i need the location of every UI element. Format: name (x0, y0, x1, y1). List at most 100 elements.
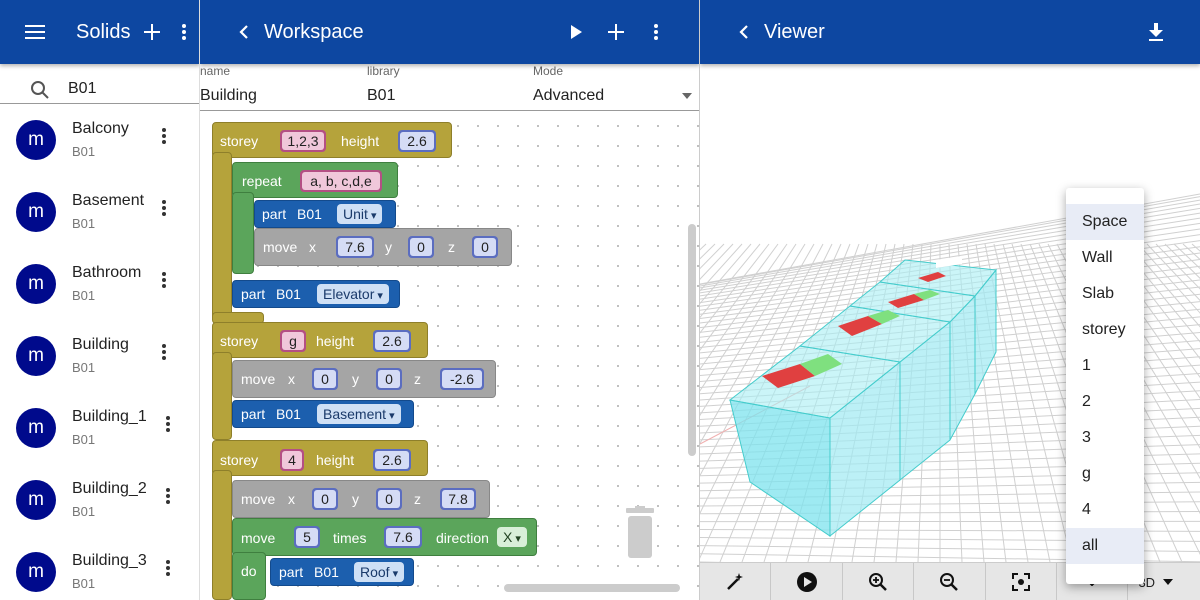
list-item[interactable]: m Building B01 (0, 320, 199, 392)
solids-panel: Solids B01 m Balcony B01 m Basement B01 m Bathr… (0, 0, 200, 600)
list-item[interactable]: m Balcony B01 (0, 104, 199, 176)
avatar: m (16, 120, 56, 160)
list-input[interactable]: a, b, c,d,e (300, 170, 382, 192)
avatar: m (16, 336, 56, 376)
part-name-dropdown[interactable]: Roof (354, 562, 405, 582)
menu-item[interactable]: 4 (1066, 492, 1144, 528)
layer-filter-menu: Space Wall Slab storey 1 2 3 g 4 all (1066, 188, 1144, 584)
part-name-dropdown[interactable]: Elevator (317, 284, 389, 304)
vertical-scrollbar[interactable] (688, 224, 696, 456)
block-label: storey (220, 133, 259, 149)
levels-input[interactable]: 4 (280, 449, 304, 471)
item-library: B01 (72, 504, 96, 519)
zoom-out-icon[interactable] (914, 563, 986, 600)
chevron-down-icon (1163, 579, 1174, 585)
menu-item[interactable]: all (1066, 528, 1144, 564)
search-input[interactable]: B01 (68, 80, 96, 98)
magic-wand-icon[interactable] (700, 563, 772, 600)
height-value: 2.6 (375, 451, 409, 469)
menu-item[interactable]: Slab (1066, 276, 1144, 312)
avatar: m (16, 264, 56, 304)
list-item[interactable]: m Building_2 B01 (0, 464, 199, 536)
block-label: move (241, 530, 276, 546)
block-label: move (241, 491, 276, 507)
height-input[interactable]: 2.6 (373, 330, 411, 352)
back-chevron-icon[interactable] (228, 16, 260, 48)
x-input[interactable]: 0 (312, 488, 338, 510)
fit-view-icon[interactable] (986, 563, 1058, 600)
download-icon[interactable] (1140, 16, 1172, 48)
item-library: B01 (72, 576, 96, 591)
block-label: height (316, 452, 355, 468)
menu-item[interactable]: storey (1066, 312, 1144, 348)
y-value: 0 (378, 490, 400, 508)
block-label: move (241, 371, 276, 387)
mode-select[interactable]: Advanced (533, 87, 604, 105)
viewer-title: Viewer (764, 21, 825, 43)
block-label: height (341, 133, 380, 149)
part-library: B01 (297, 206, 322, 222)
levels-input[interactable]: 1,2,3 (280, 130, 326, 152)
zoom-in-icon[interactable] (843, 563, 915, 600)
x-input[interactable]: 0 (312, 368, 338, 390)
y-input[interactable]: 0 (408, 236, 434, 258)
y-input[interactable]: 0 (376, 488, 402, 510)
more-vert-icon[interactable] (164, 486, 172, 510)
axis-label: x (288, 491, 295, 507)
list-item[interactable]: m Building_1 B01 (0, 392, 199, 464)
z-value: 7.8 (442, 490, 474, 508)
y-value: 0 (410, 238, 432, 256)
more-vert-icon[interactable] (160, 198, 168, 222)
list-item[interactable]: m Bathroom B01 (0, 248, 199, 320)
menu-item[interactable]: 2 (1066, 384, 1144, 420)
height-input[interactable]: 2.6 (398, 130, 436, 152)
viewer-panel: Viewer 3D Space Wall Slab storey 1 2 3 g… (700, 0, 1200, 600)
height-value: 2.6 (375, 332, 409, 350)
list-item[interactable]: m Basement B01 (0, 176, 199, 248)
item-library: B01 (72, 432, 96, 447)
more-vert-icon[interactable] (160, 342, 168, 366)
horizontal-scrollbar[interactable] (504, 584, 680, 592)
y-input[interactable]: 0 (376, 368, 402, 390)
item-name: Building_3 (72, 552, 147, 569)
axis-label: x (309, 239, 316, 255)
count-input[interactable]: 5 (294, 526, 320, 548)
blockly-workspace[interactable]: storey 1,2,3 height 2.6 repeat a, b, c,d… (200, 112, 699, 600)
trash-icon[interactable] (620, 506, 660, 562)
more-vert-icon[interactable] (160, 270, 168, 294)
part-name-dropdown[interactable]: Unit (337, 204, 383, 224)
add-icon[interactable] (600, 16, 632, 48)
z-input[interactable]: 0 (472, 236, 498, 258)
play-icon[interactable] (560, 16, 592, 48)
chevron-down-icon[interactable] (682, 93, 692, 99)
menu-item[interactable]: 3 (1066, 420, 1144, 456)
x-value: 0 (314, 370, 336, 388)
more-vert-icon[interactable] (164, 558, 172, 582)
menu-item[interactable]: Space (1066, 204, 1144, 240)
levels-input[interactable]: g (280, 330, 306, 352)
add-icon[interactable] (136, 16, 168, 48)
z-input[interactable]: -2.6 (440, 368, 484, 390)
block-label: move (263, 239, 298, 255)
more-vert-icon[interactable] (640, 16, 672, 48)
z-input[interactable]: 7.8 (440, 488, 476, 510)
menu-item[interactable]: g (1066, 456, 1144, 492)
part-name-dropdown[interactable]: Basement (317, 404, 401, 424)
name-field[interactable]: Building (200, 87, 257, 105)
back-chevron-icon[interactable] (728, 16, 760, 48)
more-vert-icon[interactable] (164, 414, 172, 438)
menu-item[interactable]: 1 (1066, 348, 1144, 384)
menu-icon[interactable] (20, 16, 52, 48)
more-vert-icon[interactable] (176, 16, 192, 48)
more-vert-icon[interactable] (160, 126, 168, 150)
distance-input[interactable]: 7.6 (384, 526, 422, 548)
menu-item[interactable]: Wall (1066, 240, 1144, 276)
x-input[interactable]: 7.6 (336, 236, 374, 258)
library-field[interactable]: B01 (367, 87, 395, 105)
direction-dropdown[interactable]: X (497, 527, 527, 547)
height-input[interactable]: 2.6 (373, 449, 411, 471)
block-label: part (262, 206, 287, 222)
play-circle-icon[interactable] (771, 563, 843, 600)
search-bar[interactable]: B01 (0, 64, 199, 104)
list-item[interactable]: m Building_3 B01 (0, 536, 199, 600)
